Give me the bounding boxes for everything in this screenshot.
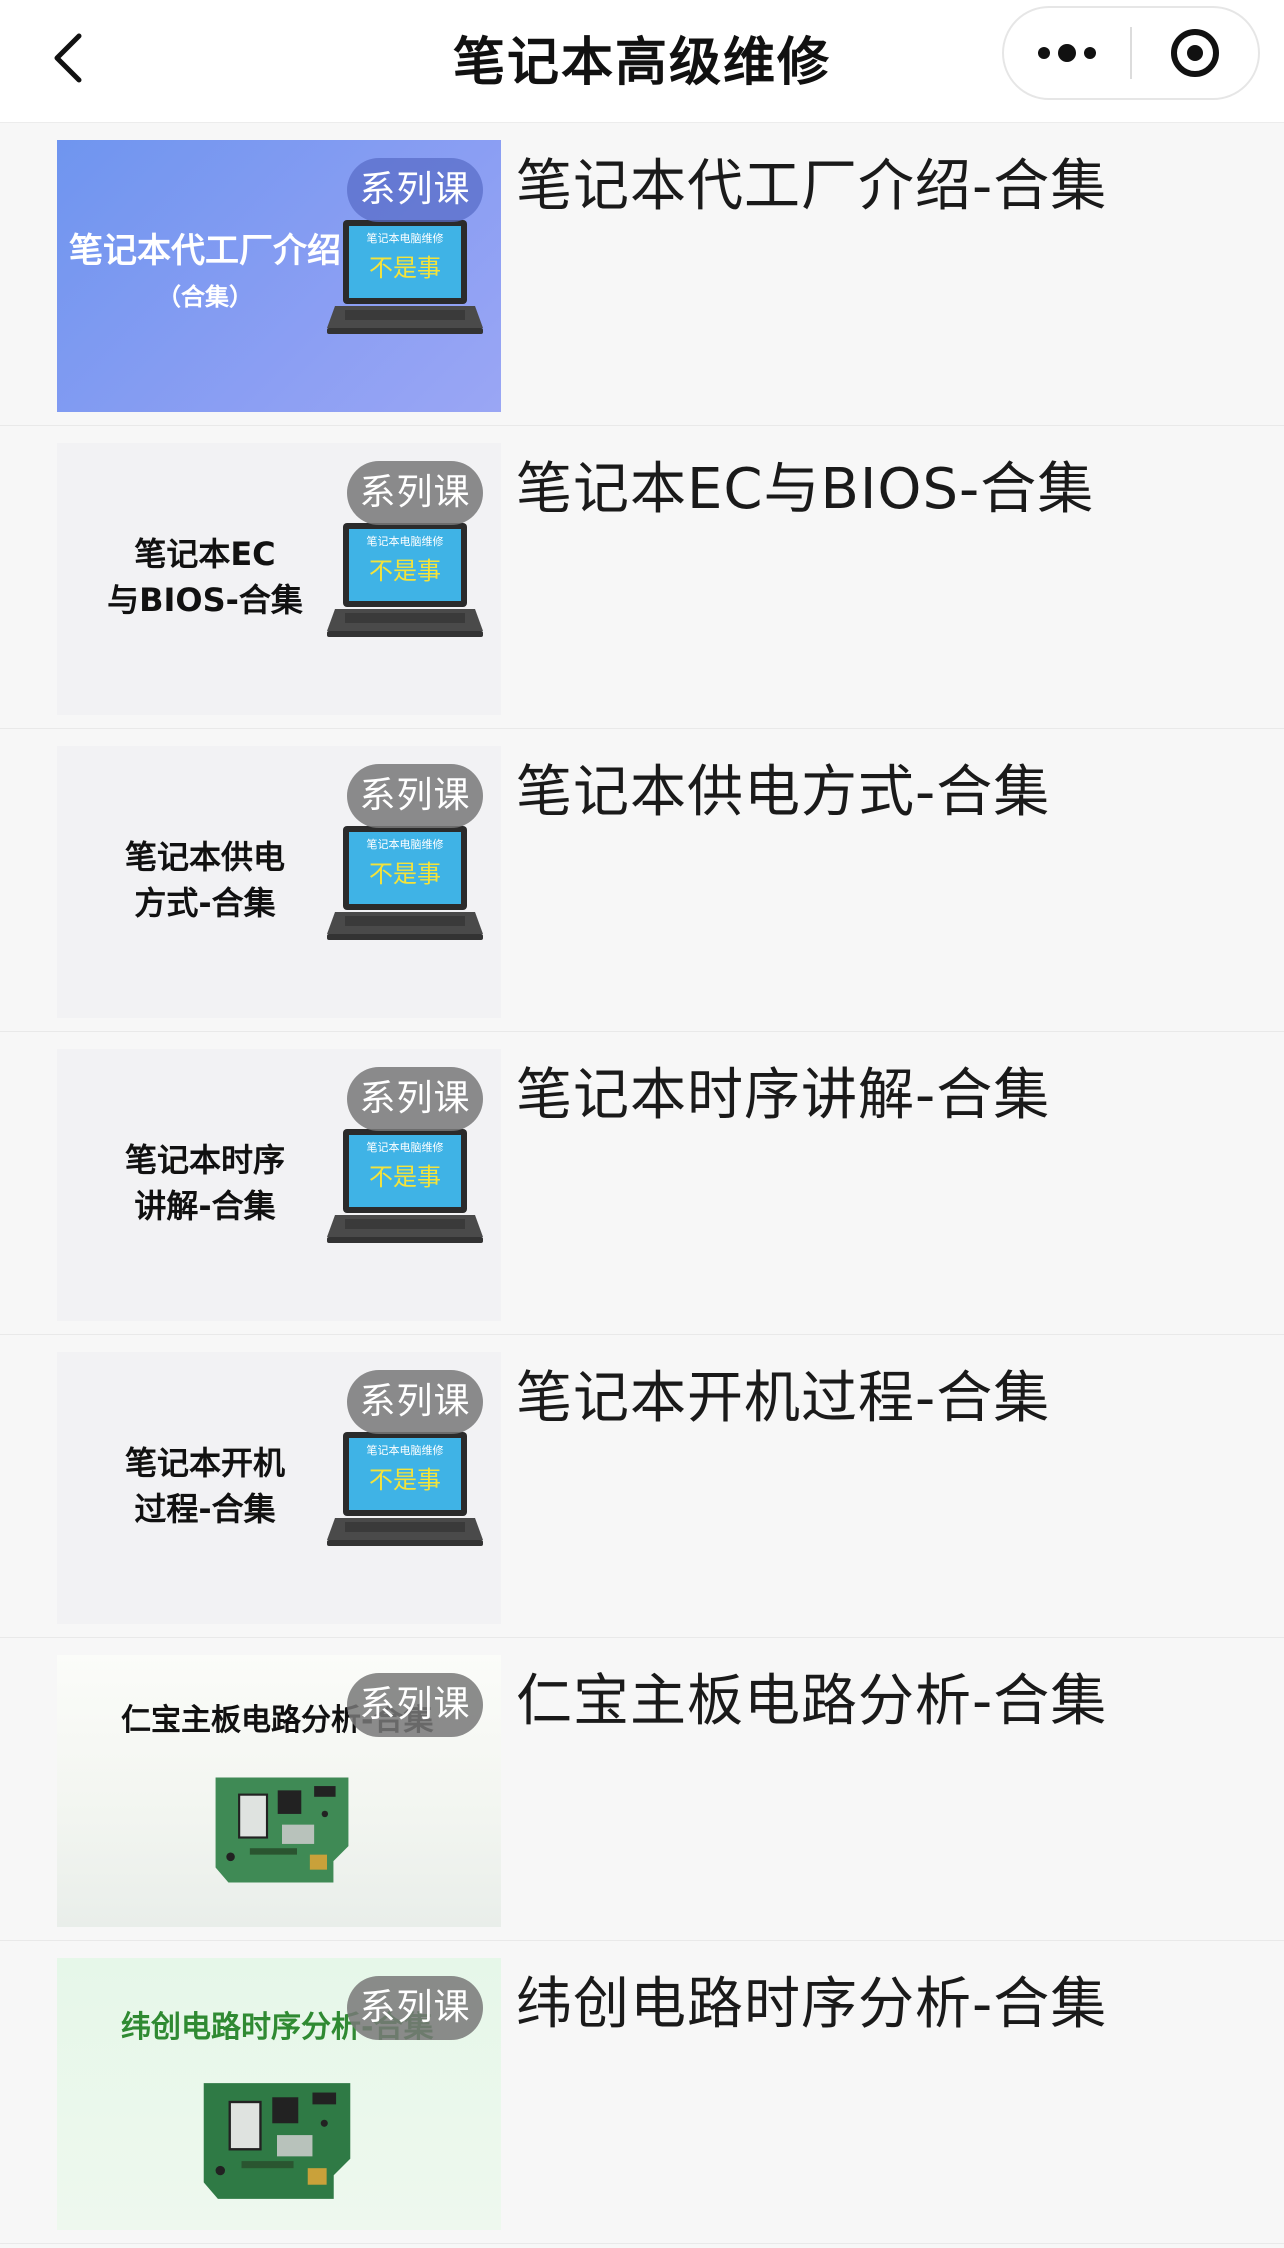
course-item[interactable]: 仁宝主板电路分析-合集 系列课 仁宝主板电路分析-合集 [0,1638,1284,1941]
course-title: 纬创电路时序分析-合集 [516,1972,1108,2037]
course-list: 笔记本代工厂介绍 （合集） 笔记本电脑维修 不是事 系列课 笔记本代工厂介绍-合… [0,123,1284,2244]
series-badge: 系列课 [347,1370,483,1434]
course-cover: 笔记本代工厂介绍 （合集） 笔记本电脑维修 不是事 系列课 [57,140,501,412]
cover-text: 笔记本开机 过程-合集 [124,1444,285,1528]
course-title: 笔记本开机过程-合集 [516,1366,1051,1431]
course-item[interactable]: 笔记本时序 讲解-合集 笔记本电脑维修 不是事 系列课 笔记本时序讲解-合集 [0,1032,1284,1335]
laptop-screen-text: 笔记本电脑维修 [367,534,444,548]
laptop-screen-slogan: 不是事 [369,557,441,585]
laptop-screen-text: 笔记本电脑维修 [367,1443,444,1457]
laptop-screen-text: 笔记本电脑维修 [367,1140,444,1154]
capsule-menu [1002,6,1260,100]
motherboard-image [203,2083,351,2199]
course-cover: 纬创电路时序分析-合集 系列课 [57,1958,501,2230]
course-item[interactable]: 笔记本供电 方式-合集 笔记本电脑维修 不是事 系列课 笔记本供电方式-合集 [0,729,1284,1032]
cover-text: 笔记本EC 与BIOS-合集 [107,535,303,619]
laptop-screen-slogan: 不是事 [369,1163,441,1191]
laptop-illustration: 笔记本电脑维修 不是事 [327,523,483,637]
course-cover: 笔记本开机 过程-合集 笔记本电脑维修 不是事 系列课 [57,1352,501,1624]
laptop-illustration: 笔记本电脑维修 不是事 [327,220,483,334]
nav-bar: 笔记本高级维修 [0,0,1284,123]
laptop-illustration: 笔记本电脑维修 不是事 [327,826,483,940]
laptop-screen-slogan: 不是事 [369,1466,441,1494]
series-badge: 系列课 [347,461,483,525]
laptop-illustration: 笔记本电脑维修 不是事 [327,1432,483,1546]
course-cover: 笔记本EC 与BIOS-合集 笔记本电脑维修 不是事 系列课 [57,443,501,715]
course-cover: 仁宝主板电路分析-合集 系列课 [57,1655,501,1927]
laptop-illustration: 笔记本电脑维修 不是事 [327,1129,483,1243]
series-badge: 系列课 [347,158,483,222]
cover-text: 笔记本时序 讲解-合集 [124,1141,285,1225]
more-dots-icon [1034,44,1100,62]
series-badge: 系列课 [347,764,483,828]
laptop-screen-slogan: 不是事 [369,254,441,282]
record-circle-icon [1171,29,1219,77]
laptop-screen-text: 笔记本电脑维修 [367,837,444,851]
course-item[interactable]: 纬创电路时序分析-合集 系列课 纬创电路时序分析-合集 [0,1941,1284,2244]
course-cover: 笔记本时序 讲解-合集 笔记本电脑维修 不是事 系列课 [57,1049,501,1321]
course-title: 仁宝主板电路分析-合集 [516,1669,1108,1734]
course-item[interactable]: 笔记本开机 过程-合集 笔记本电脑维修 不是事 系列课 笔记本开机过程-合集 [0,1335,1284,1638]
course-title: 笔记本供电方式-合集 [516,760,1051,825]
course-title: 笔记本代工厂介绍-合集 [516,154,1108,219]
cover-text: 笔记本供电 方式-合集 [124,838,285,922]
course-cover: 笔记本供电 方式-合集 笔记本电脑维修 不是事 系列课 [57,746,501,1018]
close-miniprogram-button[interactable] [1132,8,1258,98]
more-button[interactable] [1004,8,1130,98]
course-item[interactable]: 笔记本代工厂介绍 （合集） 笔记本电脑维修 不是事 系列课 笔记本代工厂介绍-合… [0,123,1284,426]
laptop-screen-text: 笔记本电脑维修 [367,231,444,245]
series-badge: 系列课 [347,1067,483,1131]
course-title: 笔记本时序讲解-合集 [516,1063,1051,1128]
series-badge: 系列课 [347,1976,483,2040]
cover-text: 笔记本代工厂介绍 （合集） [69,231,341,311]
motherboard-image [215,1777,349,1883]
laptop-screen-slogan: 不是事 [369,860,441,888]
course-title: 笔记本EC与BIOS-合集 [516,457,1095,522]
series-badge: 系列课 [347,1673,483,1737]
course-item[interactable]: 笔记本EC 与BIOS-合集 笔记本电脑维修 不是事 系列课 笔记本EC与BIO… [0,426,1284,729]
